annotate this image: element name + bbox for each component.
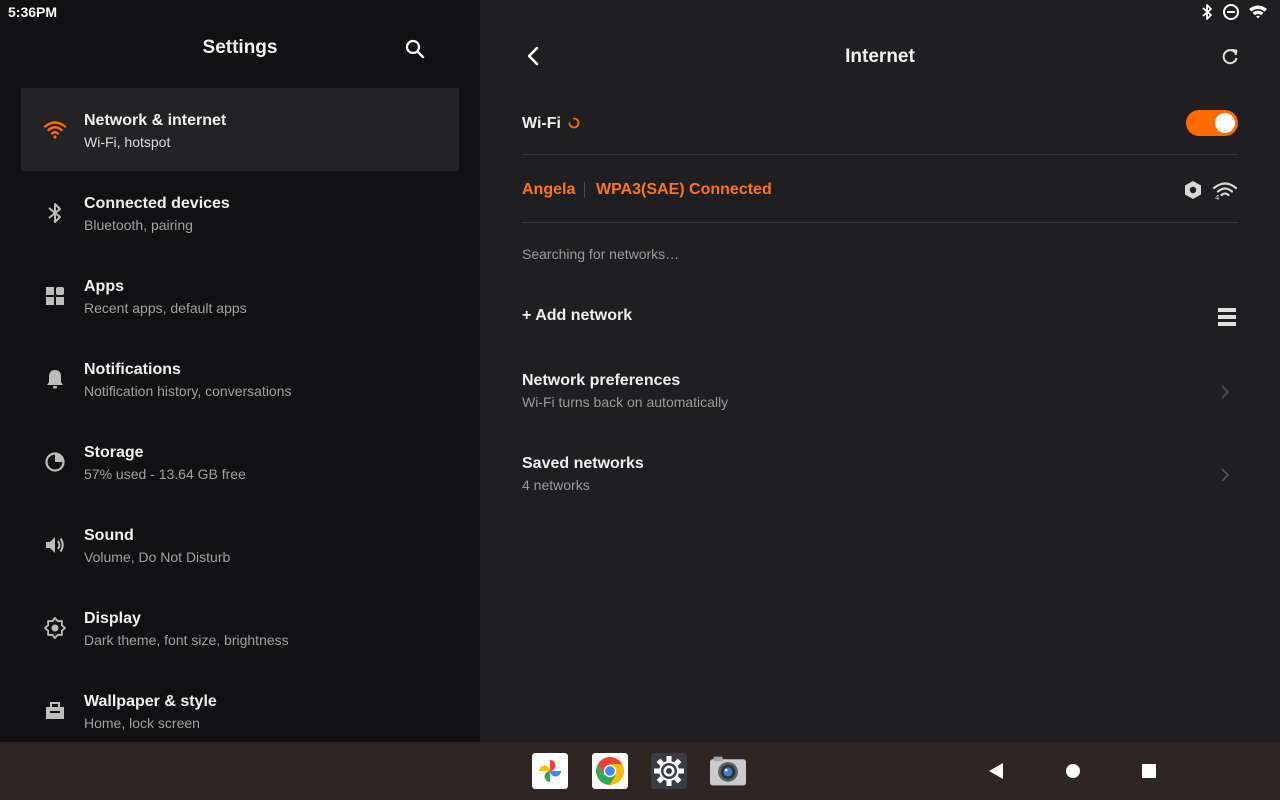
wifi-toggle[interactable] — [1186, 110, 1238, 136]
menu-item-subtitle: Recent apps, default apps — [84, 300, 247, 316]
camera-app-icon[interactable] — [710, 753, 746, 789]
menu-item-storage[interactable]: Storage 57% used - 13.64 GB free — [21, 420, 459, 503]
bluetooth-icon — [1202, 4, 1212, 20]
bluetooth-icon — [48, 203, 61, 223]
speaker-icon — [46, 537, 64, 553]
network-preferences-title: Network preferences — [522, 372, 681, 389]
apps-grid-icon — [46, 287, 64, 305]
wifi-signal-icon: 4 — [1212, 182, 1238, 201]
menu-item-subtitle: Notification history, conversations — [84, 383, 292, 399]
network-name: Angela — [522, 181, 576, 198]
taskbar — [0, 742, 1280, 800]
saved-networks-title: Saved networks — [522, 455, 644, 472]
search-icon[interactable] — [404, 38, 426, 60]
brightness-icon — [44, 617, 66, 639]
add-network-label: + Add network — [522, 307, 633, 324]
chevron-right-icon — [1221, 385, 1230, 399]
toggle-knob — [1215, 113, 1235, 133]
menu-item-subtitle: Home, lock screen — [84, 715, 200, 731]
menu-item-title: Network & internet — [84, 112, 227, 129]
searching-text: Searching for networks… — [522, 246, 680, 262]
status-icons — [1200, 3, 1268, 21]
menu-item-subtitle: Volume, Do Not Disturb — [84, 549, 231, 565]
menu-item-title: Sound — [84, 527, 134, 544]
storage-pie-icon — [45, 452, 65, 472]
network-settings-icon[interactable] — [1182, 179, 1204, 201]
recents-nav-icon[interactable] — [1139, 761, 1159, 781]
menu-item-apps[interactable]: Apps Recent apps, default apps — [21, 254, 459, 337]
back-nav-icon[interactable] — [986, 761, 1006, 781]
add-network-row[interactable]: + Add network — [522, 300, 1238, 334]
wifi-label: Wi-Fi — [522, 115, 561, 132]
saved-networks-subtitle: 4 networks — [522, 477, 590, 493]
settings-app-icon[interactable] — [651, 753, 687, 789]
wifi-icon — [43, 121, 67, 139]
status-time: 5:36PM — [8, 4, 58, 20]
settings-menu: Network & internet Wi-Fi, hotspot Connec… — [21, 88, 459, 752]
refresh-icon[interactable] — [1220, 47, 1240, 67]
menu-item-title: Storage — [84, 444, 144, 461]
menu-item-subtitle: 57% used - 13.64 GB free — [84, 466, 246, 482]
settings-panel: Settings Network & internet Wi-Fi, hotsp… — [0, 0, 480, 742]
menu-item-wallpaper-style[interactable]: Wallpaper & style Home, lock screen — [21, 669, 459, 752]
internet-title: Internet — [845, 46, 915, 67]
connected-network-row[interactable]: Angela WPA3(SAE) Connected 4 — [522, 156, 1238, 223]
divider — [584, 182, 585, 198]
menu-item-title: Apps — [84, 278, 124, 295]
network-preferences-subtitle: Wi-Fi turns back on automatically — [522, 394, 729, 410]
menu-item-subtitle: Wi-Fi, hotspot — [84, 134, 171, 150]
wifi-icon — [1249, 5, 1267, 19]
wifi-toggle-row[interactable]: Wi-Fi — [522, 100, 1238, 155]
bell-icon — [47, 370, 63, 389]
loading-spinner-icon — [568, 117, 580, 129]
menu-item-notifications[interactable]: Notifications Notification history, conv… — [21, 337, 459, 420]
qr-scan-icon[interactable] — [1218, 307, 1236, 327]
menu-item-title: Notifications — [84, 361, 181, 378]
menu-item-title: Display — [84, 610, 141, 627]
status-bar: 5:36PM — [0, 0, 1280, 24]
menu-item-connected-devices[interactable]: Connected devices Bluetooth, pairing — [21, 171, 459, 254]
menu-item-title: Wallpaper & style — [84, 693, 217, 710]
internet-panel: Internet Wi-Fi Angela WPA3(SAE) Connecte… — [480, 0, 1280, 742]
network-preferences-row[interactable]: Network preferences Wi-Fi turns back on … — [522, 372, 1238, 432]
menu-item-subtitle: Bluetooth, pairing — [84, 217, 193, 233]
menu-item-title: Connected devices — [84, 195, 230, 212]
saved-networks-row[interactable]: Saved networks 4 networks — [522, 455, 1238, 515]
menu-item-subtitle: Dark theme, font size, brightness — [84, 632, 289, 648]
chevron-right-icon — [1221, 468, 1230, 482]
network-status: WPA3(SAE) Connected — [596, 181, 772, 198]
menu-item-network-internet[interactable]: Network & internet Wi-Fi, hotspot — [21, 88, 459, 171]
svg-text:4: 4 — [1215, 194, 1220, 201]
chrome-app-icon[interactable] — [592, 753, 628, 789]
home-nav-icon[interactable] — [1063, 761, 1083, 781]
do-not-disturb-icon — [1223, 4, 1239, 20]
wallpaper-icon — [46, 702, 64, 719]
menu-item-display[interactable]: Display Dark theme, font size, brightnes… — [21, 586, 459, 669]
photos-app-icon[interactable] — [532, 753, 568, 789]
menu-item-sound[interactable]: Sound Volume, Do Not Disturb — [21, 503, 459, 586]
